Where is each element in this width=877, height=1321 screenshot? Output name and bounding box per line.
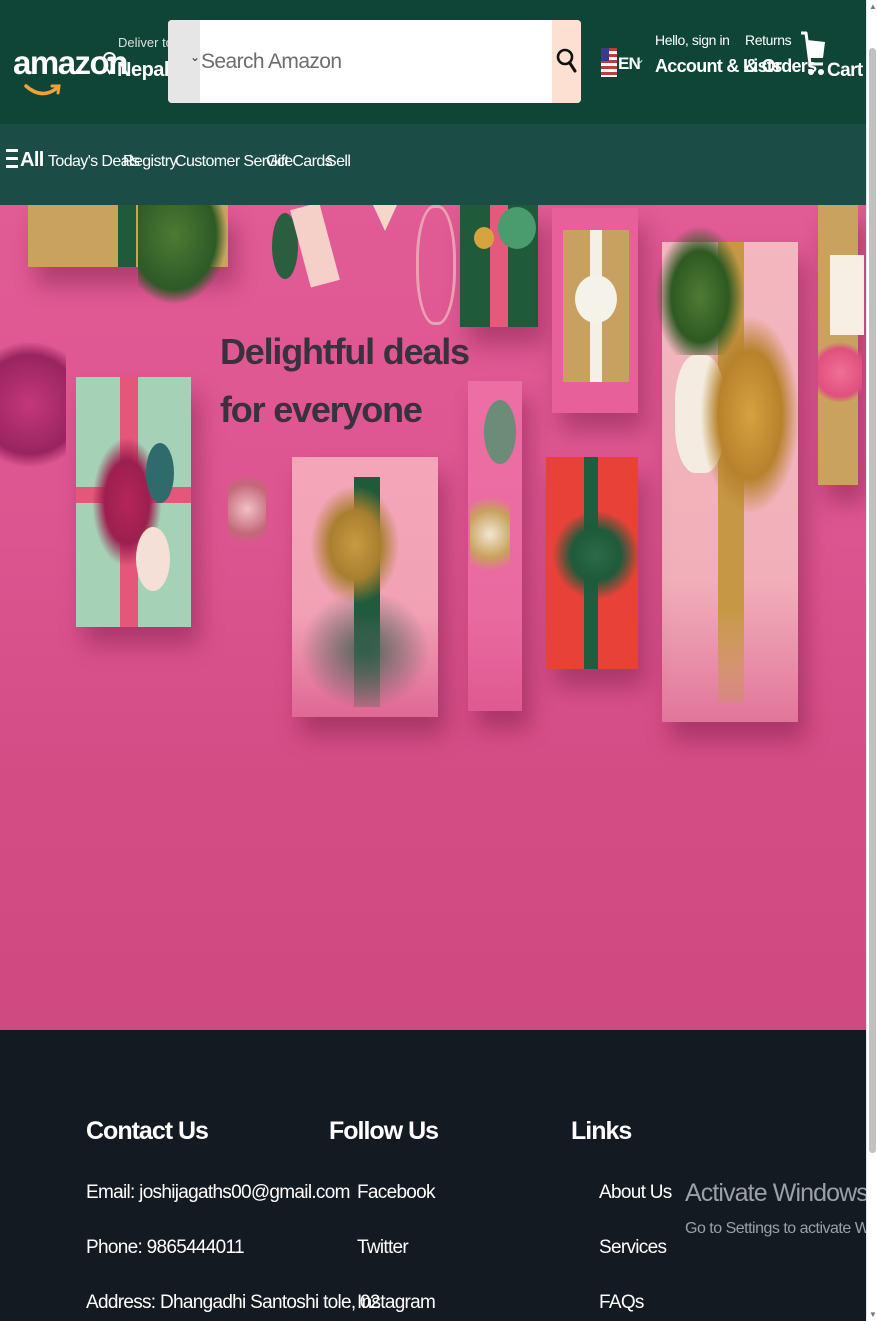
footer: Contact Us Email: joshijagaths00@gmail.c… [0, 1030, 866, 1321]
watermark-title: Activate Windows [685, 1179, 866, 1207]
footer-contact-column: Contact Us [86, 1117, 209, 1146]
menu-icon [6, 149, 18, 169]
vertical-scrollbar[interactable]: ▲ ▼ [866, 0, 877, 1321]
watermark-subtitle: Go to Settings to activate Windows. [685, 1220, 866, 1237]
footer-link-about-us[interactable]: About Us [599, 1182, 672, 1204]
footer-contact-phone[interactable]: Phone: 9865444011 [86, 1237, 245, 1259]
us-flag-icon [601, 48, 617, 77]
hero-banner[interactable]: Delightful deals for everyone [0, 205, 866, 1030]
top-header: amazon Deliver to Nepal ⌄ Search Amazon … [0, 0, 866, 124]
nav-bar: All Today's Deals Registry Customer Serv… [0, 124, 866, 205]
footer-contact-title: Contact Us [86, 1117, 209, 1145]
hero-headline: Delightful deals for everyone [220, 323, 470, 439]
scroll-up-arrow-icon[interactable]: ▲ [869, 2, 877, 11]
hero-headline-line1: Delightful deals [220, 331, 470, 372]
search-category-dropdown[interactable]: ⌄ [168, 20, 200, 103]
amazon-smile-icon [24, 84, 61, 96]
search-button[interactable] [552, 20, 581, 103]
hero-headline-line2: for everyone [220, 389, 423, 430]
cart-label: Cart [827, 60, 863, 81]
search-input[interactable] [200, 20, 552, 103]
footer-link-facebook[interactable]: Facebook [357, 1182, 436, 1204]
footer-contact-address: Address: Dhangadhi Santoshi tole, 02 [86, 1292, 380, 1313]
deliver-to-location: Nepal [117, 59, 169, 81]
nav-item-sell[interactable]: Sell [326, 153, 351, 171]
search-icon [556, 48, 577, 73]
scrollbar-thumb[interactable] [869, 48, 876, 1153]
footer-link-faqs[interactable]: FAQs [599, 1292, 644, 1314]
scroll-down-arrow-icon[interactable]: ▼ [869, 1310, 877, 1319]
footer-links-title: Links [571, 1117, 632, 1145]
footer-link-services[interactable]: Services [599, 1237, 667, 1259]
footer-links-column: Links [571, 1117, 632, 1146]
search-bar: ⌄ [168, 20, 581, 103]
footer-link-twitter[interactable]: Twitter [357, 1237, 409, 1259]
footer-follow-title: Follow Us [329, 1117, 439, 1145]
location-pin-icon [103, 51, 116, 75]
nav-item-gift-cards[interactable]: Gift Cards [266, 153, 333, 171]
cart-icon [801, 31, 825, 75]
page: amazon Deliver to Nepal ⌄ Search Amazon … [0, 0, 866, 1321]
footer-contact-email[interactable]: Email: joshijagaths00@gmail.com [86, 1182, 350, 1204]
nav-all-menu[interactable]: All [6, 149, 44, 172]
activate-windows-watermark: Activate Windows Go to Settings to activ… [685, 1179, 866, 1238]
nav-all-label: All [20, 149, 44, 171]
chevron-down-icon: ⌄ [190, 50, 201, 64]
footer-link-instagram[interactable]: Instagram [357, 1292, 436, 1314]
footer-follow-column: Follow Us [329, 1117, 439, 1146]
nav-item-registry[interactable]: Registry [123, 153, 177, 171]
chevron-down-icon: ⌄ [635, 52, 646, 66]
deliver-to-label: Deliver to [118, 35, 173, 50]
